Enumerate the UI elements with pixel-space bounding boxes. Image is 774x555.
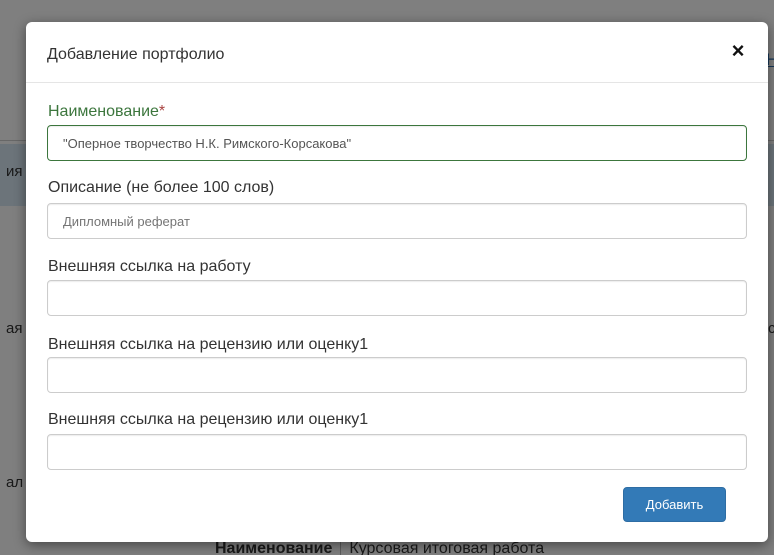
review-link-label-2: Внешняя ссылка на рецензию или оценку1 <box>48 411 369 428</box>
description-label: Описание (не более 100 слов) <box>48 179 275 196</box>
review-link-label: Внешняя ссылка на рецензию или оценку1 <box>48 336 369 353</box>
close-icon[interactable]: × <box>728 40 748 62</box>
add-button[interactable]: Добавить <box>623 487 726 522</box>
modal-header: Добавление портфолио × <box>26 22 768 83</box>
work-link-input[interactable] <box>47 280 747 316</box>
required-mark: * <box>158 103 166 120</box>
review-link-input[interactable] <box>47 357 747 393</box>
name-input[interactable] <box>47 125 747 161</box>
add-portfolio-modal: Добавление портфолио × Наименование* Опи… <box>26 22 768 542</box>
modal-title: Добавление портфолио <box>47 46 225 63</box>
description-input[interactable] <box>47 203 747 239</box>
name-label-text: Наименование <box>48 103 159 120</box>
work-link-label: Внешняя ссылка на работу <box>48 258 251 275</box>
name-label: Наименование* <box>48 103 165 121</box>
review-link-input-2[interactable] <box>47 434 747 470</box>
